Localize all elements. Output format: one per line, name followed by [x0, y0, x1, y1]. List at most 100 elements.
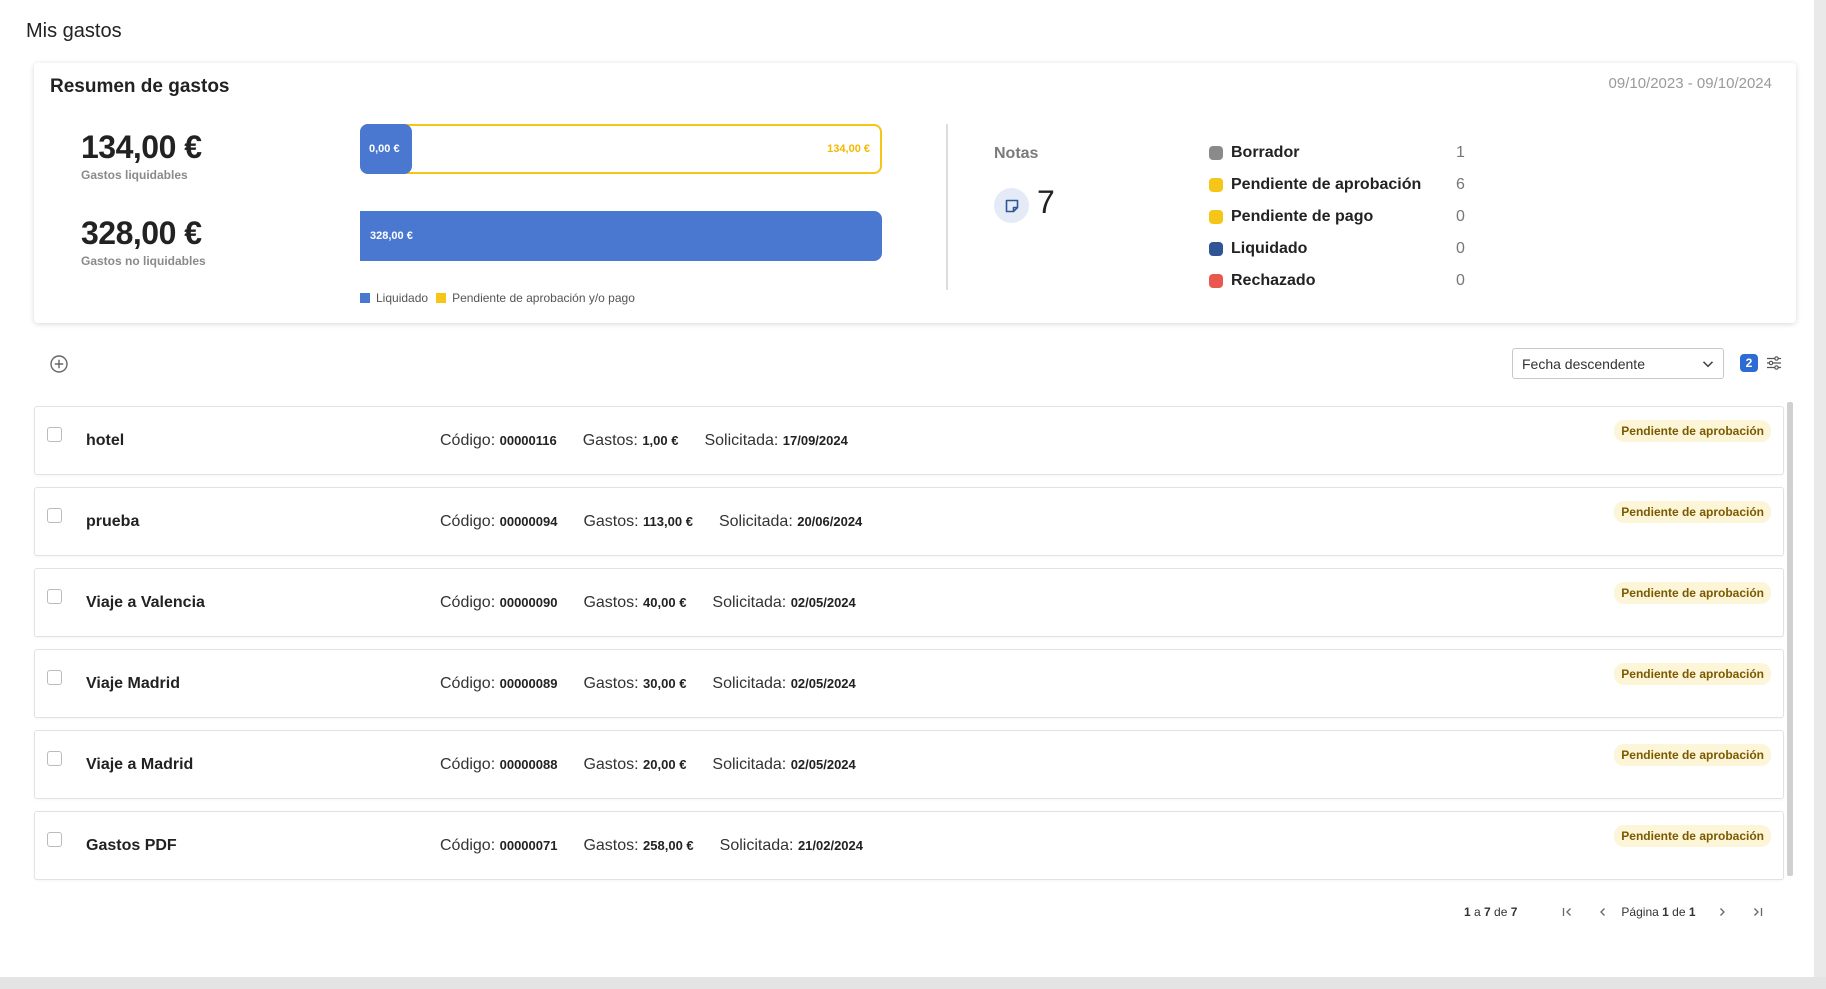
status-count: 0: [1456, 208, 1465, 225]
next-page-button[interactable]: [1710, 902, 1734, 922]
list-item[interactable]: Viaje Madrid Código: 00000089 Gastos: 30,0…: [34, 649, 1784, 718]
code-label: Código:: [440, 675, 496, 692]
expenses-label: Gastos:: [583, 756, 639, 773]
page-current: 1: [1662, 905, 1669, 919]
status-badge: Pendiente de aprobación: [1614, 825, 1771, 847]
item-meta: Código: 00000116 Gastos: 1,00 € Solicitada…: [440, 432, 848, 450]
item-meta: Código: 00000094 Gastos: 113,00 € Solicita…: [440, 513, 862, 531]
last-page-button[interactable]: [1746, 902, 1770, 922]
status-dot: [1209, 178, 1223, 192]
status-dot: [1209, 146, 1223, 160]
item-code: 00000116: [499, 433, 557, 448]
list-item[interactable]: Gastos PDF Código: 00000071 Gastos: 258,00…: [34, 811, 1784, 880]
no-liquidable-bar: 328,00 €: [360, 211, 882, 261]
item-requested: 21/02/2024: [797, 838, 864, 853]
liquidable-label: Gastos liquidables: [81, 168, 188, 182]
item-checkbox[interactable]: [47, 751, 62, 766]
status-name: Liquidado: [1231, 240, 1308, 257]
sliders-icon[interactable]: [1765, 354, 1783, 372]
liquidable-bar-total: 134,00 €: [827, 143, 870, 155]
item-requested: 20/06/2024: [797, 514, 863, 529]
scrollbar[interactable]: [1787, 402, 1793, 876]
list-item[interactable]: prueba Código: 00000094 Gastos: 113,00 € So…: [34, 487, 1784, 556]
status-name: Pendiente de pago: [1231, 208, 1374, 225]
legend-swatch: [360, 293, 370, 303]
status-dot: [1209, 242, 1223, 256]
status-badge: Pendiente de aprobación: [1614, 744, 1771, 766]
item-checkbox[interactable]: [47, 589, 62, 604]
status-badge: Pendiente de aprobación: [1614, 582, 1771, 604]
expenses-label: Gastos:: [583, 675, 639, 692]
item-checkbox[interactable]: [47, 427, 62, 442]
legend-label: Pendiente de aprobación y/o pago: [452, 291, 635, 305]
item-title: hotel: [86, 432, 125, 449]
legend-item-pendiente: Pendiente de aprobación y/o pago: [436, 291, 635, 305]
status-list: Borrador 1 Pendiente de aprobación 6 Pendien…: [1209, 137, 1465, 297]
range-end: 7: [1484, 905, 1491, 919]
item-requested: 02/05/2024: [790, 757, 856, 772]
item-expenses: 20,00 €: [643, 757, 687, 772]
range-start: 1: [1464, 905, 1471, 919]
page-label: Página: [1621, 905, 1663, 919]
item-checkbox[interactable]: [47, 670, 62, 685]
status-name: Borrador: [1231, 144, 1300, 161]
status-dot: [1209, 210, 1223, 224]
code-label: Código:: [440, 837, 496, 854]
no-liquidable-amount-block: 328,00 € Gastos no liquidables: [81, 215, 206, 268]
notas-label: Notas: [994, 145, 1039, 162]
no-liquidable-bar-fill: 328,00 €: [360, 211, 882, 261]
code-label: Código:: [440, 594, 496, 611]
range-de: de: [1490, 905, 1511, 919]
requested-label: Solicitada:: [719, 837, 794, 854]
status-badge: Pendiente de aprobación: [1614, 501, 1771, 523]
code-label: Código:: [440, 756, 496, 773]
prev-page-button[interactable]: [1591, 902, 1615, 922]
legend-swatch: [436, 293, 447, 303]
bottom-bar: [0, 977, 1826, 989]
page-total: 1: [1688, 905, 1696, 919]
add-expense-button[interactable]: [48, 354, 70, 376]
page-title: Mis gastos: [26, 20, 122, 42]
range-total: 7: [1510, 905, 1518, 919]
item-meta: Código: 00000071 Gastos: 258,00 € Solicita…: [440, 837, 863, 855]
list-item[interactable]: Viaje a Valencia Código: 00000090 Gastos: …: [34, 568, 1784, 637]
item-expenses: 40,00 €: [643, 595, 687, 610]
requested-label: Solicitada:: [712, 594, 787, 611]
item-checkbox[interactable]: [47, 508, 62, 523]
legend-label: Liquidado: [376, 291, 429, 305]
list-item[interactable]: Viaje a Madrid Código: 00000088 Gastos: 20…: [34, 730, 1784, 799]
liquidable-amount: 134,00 €: [81, 129, 202, 165]
code-label: Código:: [440, 513, 496, 530]
item-code: 00000090: [499, 595, 558, 610]
last-page-icon: [1753, 908, 1762, 916]
status-name: Pendiente de aprobación: [1231, 176, 1422, 193]
first-page-icon: [1563, 908, 1572, 916]
summary-title: Resumen de gastos: [50, 76, 230, 97]
item-title: Viaje a Madrid: [86, 756, 194, 773]
expenses-label: Gastos:: [583, 837, 639, 854]
requested-label: Solicitada:: [712, 675, 787, 692]
note-icon: [994, 188, 1029, 223]
notas-count: 7: [1037, 184, 1055, 220]
item-requested: 02/05/2024: [790, 676, 856, 691]
item-expenses: 1,00 €: [642, 433, 679, 448]
list-item[interactable]: hotel Código: 00000116 Gastos: 1,00 € Solic…: [34, 406, 1784, 475]
item-checkbox[interactable]: [47, 832, 62, 847]
divider: [946, 124, 948, 290]
sort-select-value: Fecha descendente: [1522, 355, 1645, 372]
status-count: 0: [1456, 240, 1465, 257]
item-title: Viaje a Valencia: [86, 594, 205, 611]
status-badge: Pendiente de aprobación: [1614, 420, 1771, 442]
requested-label: Solicitada:: [704, 432, 779, 449]
no-liquidable-label: Gastos no liquidables: [81, 254, 206, 268]
first-page-button[interactable]: [1555, 902, 1579, 922]
page: Mis gastos Resumen de gastos 09/10/2023 …: [0, 0, 1814, 977]
chevron-left-icon: [1600, 908, 1606, 916]
filter-count-badge[interactable]: 2: [1740, 354, 1758, 372]
chevron-down-icon: [1702, 361, 1714, 368]
pagination: 1 a 7 de 7 Página 1 de 1: [1464, 902, 1770, 922]
status-count: 0: [1456, 272, 1465, 289]
date-range: 09/10/2023 - 09/10/2024: [1608, 75, 1772, 92]
sort-select[interactable]: Fecha descendente: [1512, 348, 1724, 379]
status-badge: Pendiente de aprobación: [1614, 663, 1771, 685]
